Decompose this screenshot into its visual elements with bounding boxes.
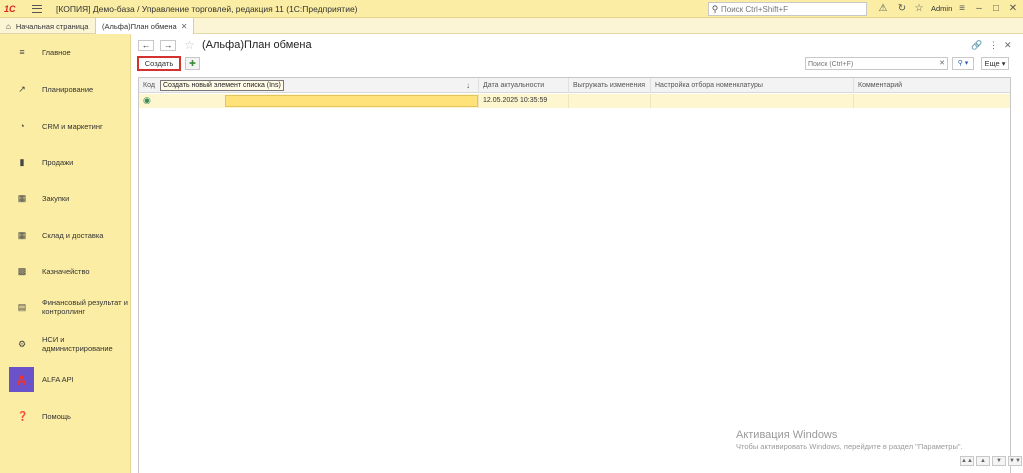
more-label: Еще [984,59,1000,68]
sidebar-item-alfa-api[interactable]: A ALFA API [0,367,131,392]
windows-activation-title: Активация Windows [736,429,838,441]
tab-label: (Альфа)План обмена [102,21,177,31]
bell-icon[interactable]: ⚠ [877,3,889,15]
coins-icon: ▩ [17,265,27,276]
global-search[interactable]: ⚲ [708,2,867,16]
scroll-down-icon[interactable]: ▼ [992,456,1006,466]
sidebar-item-label: ALFA API [42,375,74,384]
find-button[interactable]: ⚲ ▾ [952,57,974,70]
sidebar-item-label: Планирование [42,84,94,94]
sidebar: ≡ Главное ↗ Планирование ◔ CRM и маркети… [0,34,131,473]
forward-button[interactable]: → [160,40,176,51]
windows-activation-text: Чтобы активировать Windows, перейдите в … [736,442,963,451]
cart-icon: ▦ [17,192,27,203]
star-icon[interactable]: ☆ [913,3,925,15]
cell-export[interactable] [569,94,651,108]
more-vertical-icon[interactable]: ⋮ [989,40,998,51]
list-icon: ≡ [19,47,25,57]
tab-label: Начальная страница [15,21,89,31]
sidebar-item-help[interactable]: ❓ Помощь [0,410,131,422]
search-icon: ⚲ ▾ [957,60,969,67]
title-bar: 1С [КОПИЯ] Демо-база / Управление торгов… [0,0,1023,18]
sidebar-item-label: Главное [42,47,71,57]
list-table: Код Создать новый элемент списка (Ins) ↓… [138,77,1011,473]
list-search[interactable]: ✕ [805,57,948,70]
sidebar-item-planning[interactable]: ↗ Планирование [0,83,131,95]
scroll-top-icon[interactable]: ▲▲ [960,456,974,466]
history-icon[interactable]: ↻ [896,3,908,15]
back-button[interactable]: ← [138,40,154,51]
alfa-logo-icon: A [9,367,34,392]
close-form-icon[interactable]: ✕ [1004,40,1012,51]
cell-date[interactable]: 12.05.2025 10:35:59 [479,94,569,108]
more-button[interactable]: Еще ▾ [981,57,1009,70]
sidebar-item-label: Финансовый результат и контроллинг [42,298,128,316]
search-icon: ⚲ [711,3,719,14]
cell-comment[interactable] [854,94,1010,108]
sidebar-item-admin[interactable]: ⚙ НСИ и администрирование [0,334,131,354]
clear-search-icon[interactable]: ✕ [939,58,945,69]
page-title: (Альфа)План обмена [202,39,312,51]
sidebar-item-main[interactable]: ≡ Главное [0,46,131,58]
sidebar-item-label: Казначейство [42,266,90,276]
scroll-bottom-icon[interactable]: ▼▼ [1008,456,1022,466]
scroll-buttons: ▲▲ ▲ ▼ ▼▼ [960,456,1022,466]
scroll-up-icon[interactable]: ▲ [976,456,990,466]
global-search-input[interactable] [721,4,861,14]
user-name[interactable]: Admin [931,4,952,13]
favorite-star-icon[interactable]: ☆ [184,38,195,52]
sidebar-item-label: Помощь [42,411,71,421]
column-header-filter[interactable]: Настройка отбора номенклатуры [651,78,854,93]
cell-filter[interactable] [651,94,854,108]
sort-arrow-icon[interactable]: ↓ [466,78,470,93]
home-icon: ⌂ [6,21,11,31]
create-tooltip: Создать новый элемент списка (Ins) [160,80,284,91]
tab-bar: ⌂ Начальная страница (Альфа)План обмена … [0,18,1023,34]
bag-icon: ▮ [19,156,25,167]
main-content: ← → ☆ (Альфа)План обмена 🔗 ⋮ ✕ Создать ✚… [132,34,1023,473]
app-title: [КОПИЯ] Демо-база / Управление торговлей… [56,3,358,14]
settings-menu-icon[interactable]: ≡ [956,3,968,15]
sidebar-item-crm[interactable]: ◔ CRM и маркетинг [0,120,131,132]
close-icon[interactable]: ✕ [1007,3,1019,15]
column-header-date[interactable]: Дата актуальности [479,78,569,93]
1c-logo: 1С [4,3,16,14]
copy-button[interactable]: ✚ [185,57,200,70]
sidebar-item-finance[interactable]: ▤ Финансовый результат и контроллинг [0,297,131,317]
help-icon: ❓ [17,410,29,421]
sidebar-item-purchases[interactable]: ▦ Закупки [0,192,131,204]
sidebar-item-label: Склад и доставка [42,230,104,240]
pie-icon: ◔ [19,121,25,131]
bar-chart-icon: ▤ [17,301,27,312]
main-menu-icon[interactable] [32,4,42,13]
name-edit-field[interactable] [225,95,478,107]
column-header-export[interactable]: Выгружать изменения [569,78,651,93]
minimize-icon[interactable]: – [973,3,985,15]
column-header-comment[interactable]: Комментарий [854,78,1010,93]
grid-icon: ▦ [17,229,27,240]
copy-icon: ✚ [189,59,196,68]
sidebar-item-label: CRM и маркетинг [42,121,103,131]
table-header: Код Создать новый элемент списка (Ins) ↓… [139,78,1010,93]
link-icon[interactable]: 🔗 [971,40,982,51]
tab-home[interactable]: ⌂ Начальная страница [0,18,95,34]
table-row[interactable]: ◉ 12.05.2025 10:35:59 [139,94,1010,108]
sidebar-item-label: НСИ и администрирование [42,335,113,353]
list-search-input[interactable] [806,59,934,70]
sidebar-item-warehouse[interactable]: ▦ Склад и доставка [0,229,131,241]
chart-icon: ↗ [18,83,26,94]
sidebar-item-treasury[interactable]: ▩ Казначейство [0,265,131,277]
close-tab-icon[interactable]: ✕ [181,22,188,31]
create-button[interactable]: Создать [137,56,181,71]
chevron-down-icon: ▾ [1001,59,1006,68]
sidebar-item-label: Закупки [42,193,70,203]
gear-icon: ⚙ [17,338,27,349]
sidebar-item-sales[interactable]: ▮ Продажи [0,156,131,168]
sidebar-item-label: Продажи [42,157,74,167]
tab-exchange-plan[interactable]: (Альфа)План обмена ✕ [95,18,195,34]
maximize-icon[interactable]: □ [990,3,1002,15]
